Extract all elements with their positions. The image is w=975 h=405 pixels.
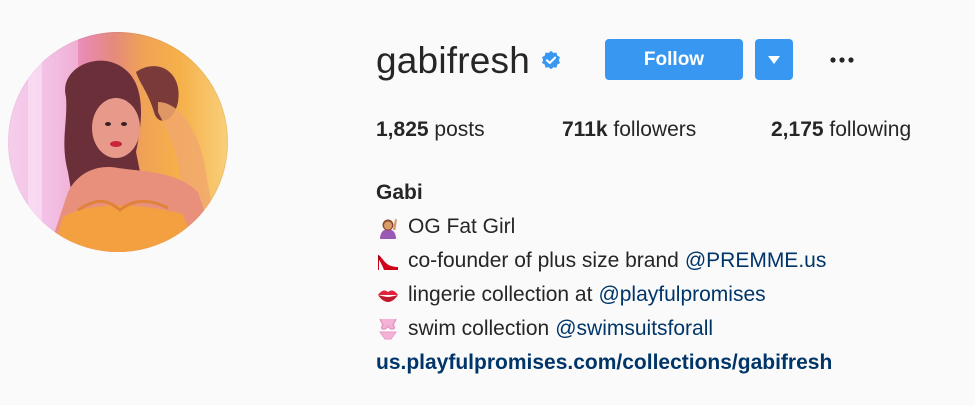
- following-count: 2,175: [771, 118, 824, 141]
- kiss-mark-emoji: [376, 283, 400, 307]
- mention-link[interactable]: @playfulpromises: [598, 278, 765, 312]
- suggested-dropdown-button[interactable]: [755, 39, 793, 80]
- username: gabifresh: [376, 40, 531, 81]
- bio-full-name: Gabi: [376, 181, 423, 204]
- posts-stat: 1,825 posts: [376, 118, 485, 142]
- bio-line: lingerie collection at @playfulpromises: [376, 278, 832, 312]
- bio-line: co-founder of plus size brand @PREMME.us: [376, 244, 832, 278]
- profile-header: gabifresh: [376, 38, 562, 84]
- bikini-emoji: [376, 317, 400, 341]
- website-link[interactable]: us.playfulpromises.com/collections/gabif…: [376, 346, 832, 380]
- mention-link[interactable]: @swimsuitsforall: [555, 312, 713, 346]
- mention-link[interactable]: @PREMME.us: [685, 244, 827, 278]
- posts-label: posts: [434, 118, 485, 141]
- bio-line-text: swim collection: [408, 317, 550, 340]
- bio-line-text: co-founder of plus size brand: [408, 249, 679, 272]
- followers-count: 711k: [562, 118, 608, 141]
- bio-line: OG Fat Girl: [376, 210, 832, 244]
- posts-count: 1,825: [376, 118, 429, 141]
- high-heel-emoji: [376, 249, 400, 273]
- more-options-icon: [830, 57, 854, 63]
- bio-line: swim collection @swimsuitsforall: [376, 312, 832, 346]
- verified-badge-icon: [540, 50, 562, 72]
- following-stat[interactable]: 2,175 following: [771, 118, 911, 142]
- following-label: following: [829, 118, 912, 141]
- avatar-image: [8, 32, 218, 252]
- profile-bio: Gabi OG Fat Girl co-founder of plus size…: [376, 176, 832, 380]
- followers-label: followers: [613, 118, 697, 141]
- follow-button[interactable]: Follow: [605, 39, 743, 80]
- caret-down-icon: [768, 55, 780, 64]
- followers-stat[interactable]: 711k followers: [562, 118, 696, 142]
- bio-line-text: lingerie collection at: [408, 283, 593, 306]
- bio-line-text: OG Fat Girl: [408, 215, 516, 238]
- more-options-button[interactable]: [826, 46, 858, 74]
- woman-raising-hand-emoji: [376, 215, 400, 239]
- profile-avatar[interactable]: [8, 32, 228, 252]
